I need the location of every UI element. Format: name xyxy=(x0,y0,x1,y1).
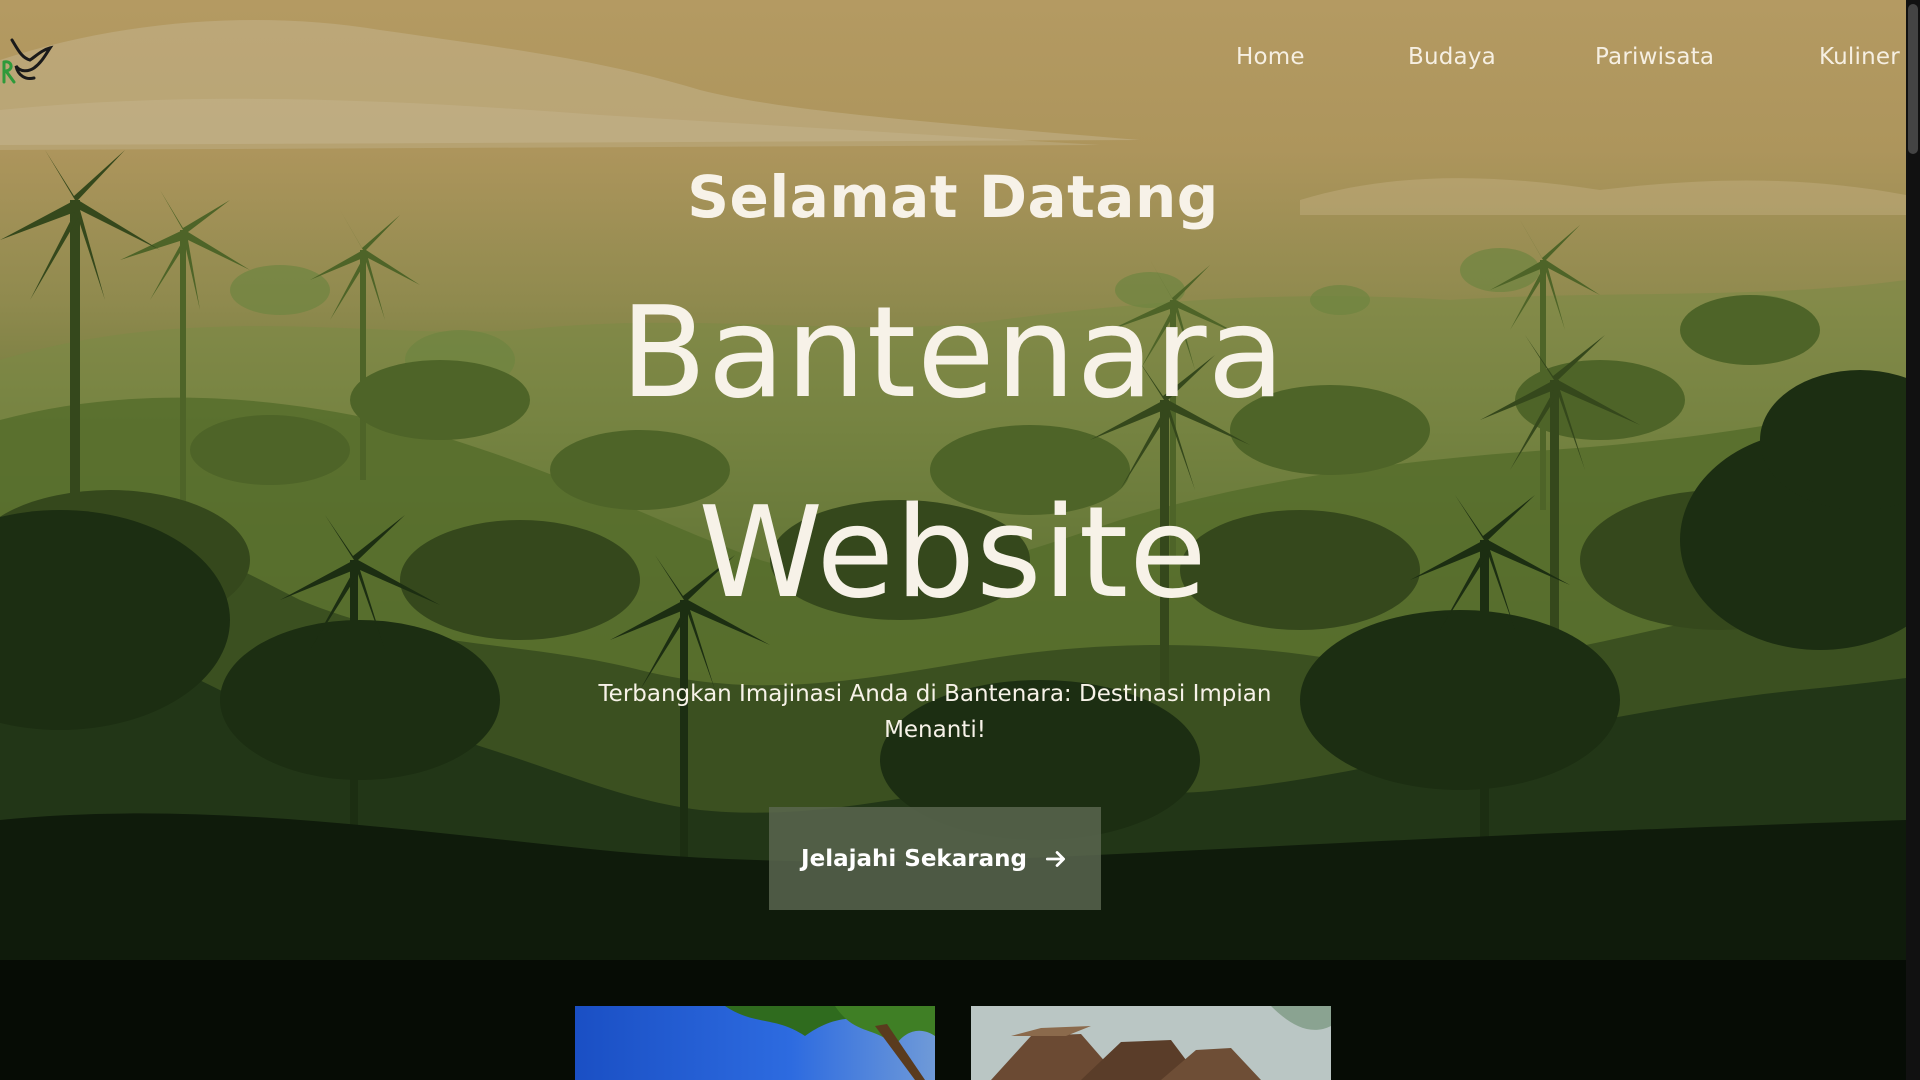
scrollbar-track[interactable] xyxy=(1906,0,1920,1080)
nav-item-kuliner[interactable]: Kuliner xyxy=(1819,44,1900,70)
site-title-line-2: Website xyxy=(698,479,1208,626)
nav-item-budaya[interactable]: Budaya xyxy=(1408,44,1496,70)
hero-tagline: Terbangkan Imajinasi Anda di Bantenara: … xyxy=(598,681,1272,743)
arrow-right-icon xyxy=(1045,850,1065,867)
nav-item-home[interactable]: Home xyxy=(1236,44,1305,70)
beach-preview-image[interactable] xyxy=(575,1006,935,1080)
village-preview-image[interactable] xyxy=(971,1006,1331,1080)
nav-item-pariwisata[interactable]: Pariwisata xyxy=(1595,44,1714,70)
hero-section: Home Budaya Pariwisata Kuliner Selamat D… xyxy=(0,0,1906,1080)
explore-now-button[interactable]: Jelajahi Sekarang xyxy=(769,807,1101,910)
main-navigation: Home Budaya Pariwisata Kuliner xyxy=(0,44,1906,80)
page: Home Budaya Pariwisata Kuliner Selamat D… xyxy=(0,0,1920,1080)
scrollbar-thumb[interactable] xyxy=(1908,4,1918,154)
site-title-line-1: Bantenara xyxy=(620,279,1286,426)
welcome-heading: Selamat Datang xyxy=(687,163,1219,231)
explore-now-label: Jelajahi Sekarang xyxy=(801,845,1027,872)
